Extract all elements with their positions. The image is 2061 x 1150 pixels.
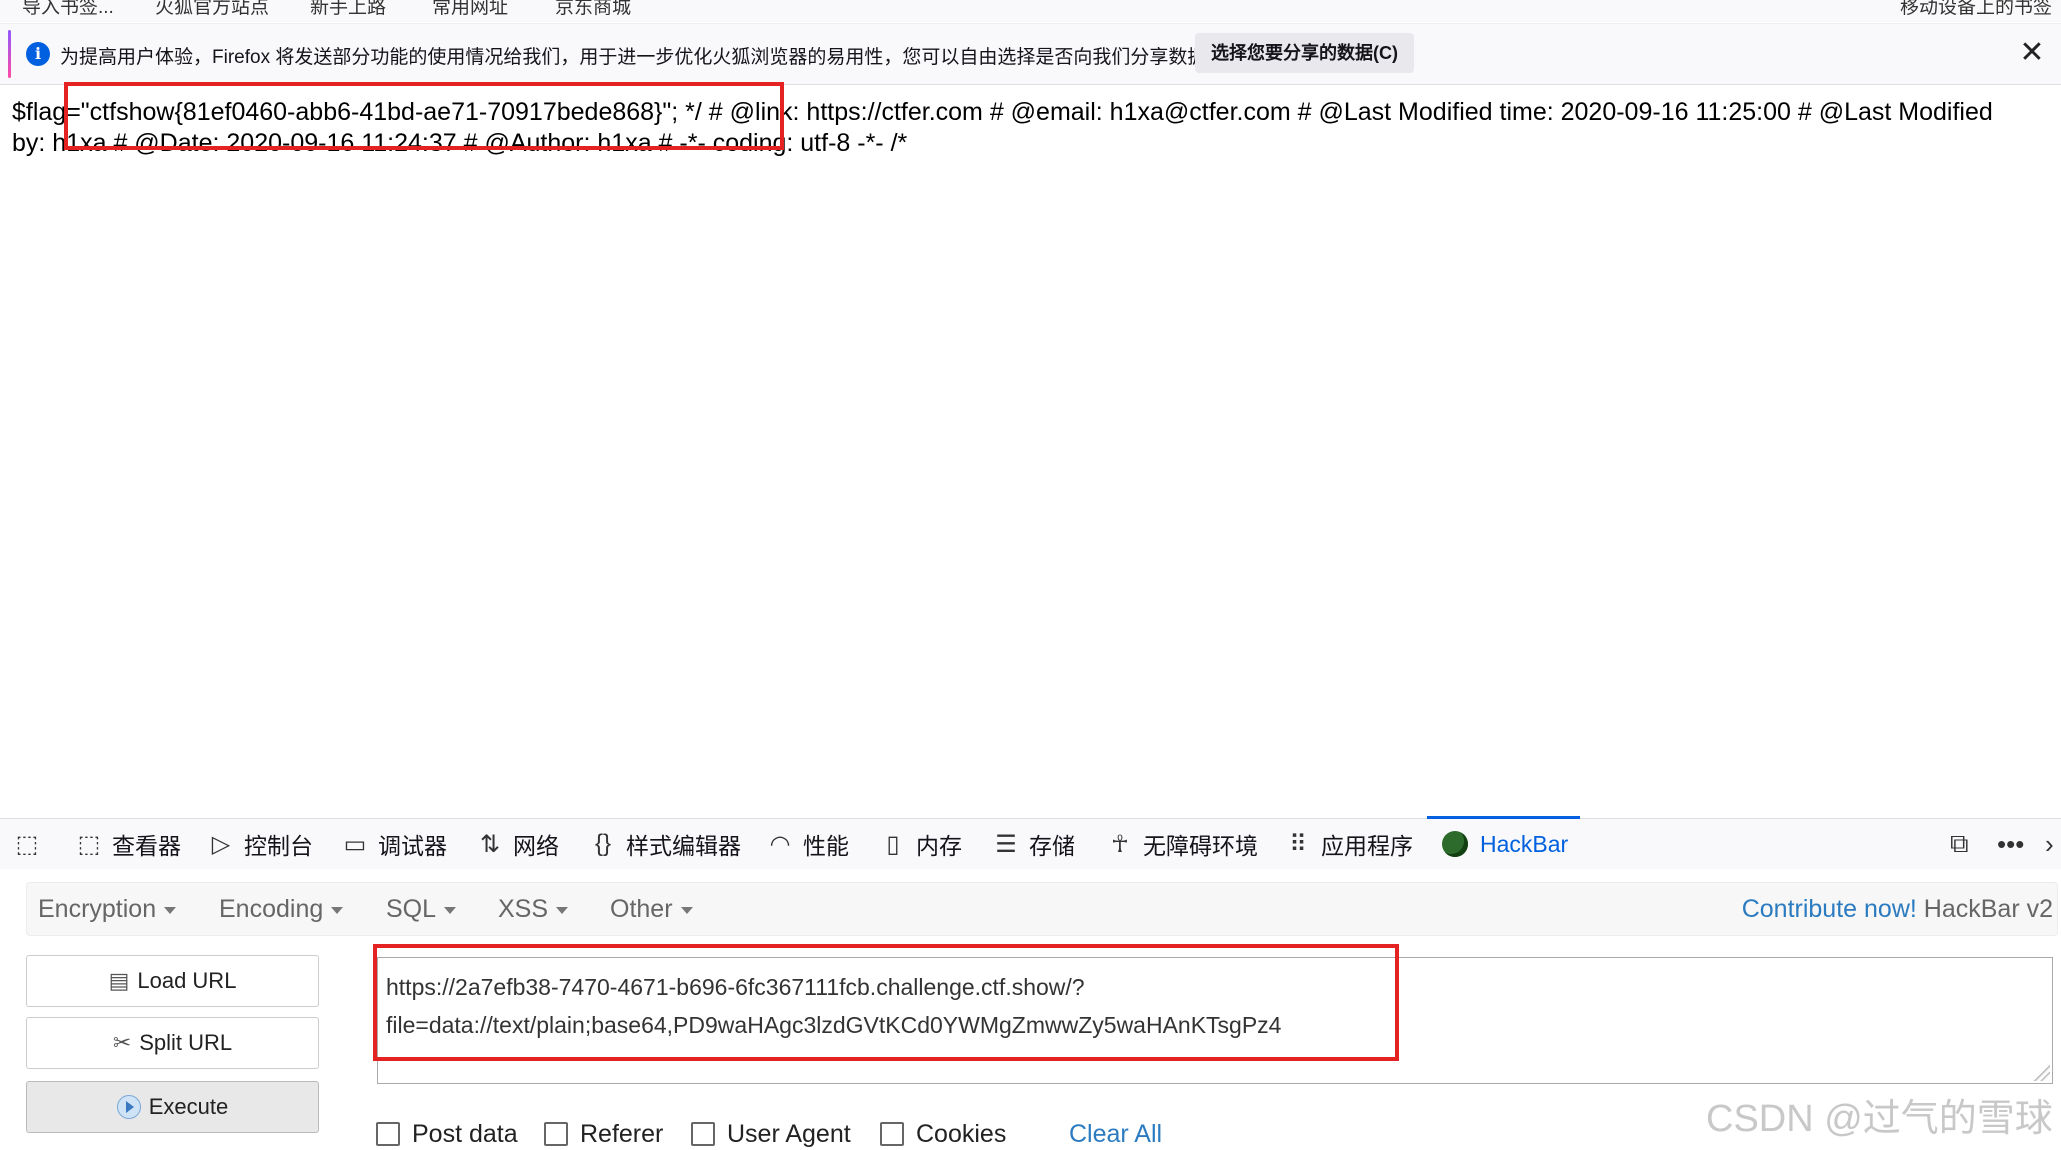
tab-debugger[interactable]: ▭ 调试器: [342, 819, 447, 869]
tab-application-label: 应用程序: [1321, 833, 1413, 859]
tab-style-editor[interactable]: {} 样式编辑器: [590, 819, 741, 869]
devtools-toolbar: ⬚ ⬚ 查看器 ▷ 控制台 ▭ 调试器 ⇅ 网络 {} 样式编辑器 ◠ 性能 ▯ 内存 ☰ 存储…: [0, 818, 2061, 870]
style-editor-icon: {}: [594, 830, 612, 857]
performance-icon: ◠: [769, 830, 791, 858]
bookmark-import[interactable]: 导入书签...: [22, 0, 114, 19]
menu-encoding[interactable]: Encoding: [219, 883, 344, 935]
referer-label: Referer: [580, 1119, 664, 1148]
load-url-button[interactable]: ▤ Load URL: [26, 955, 319, 1007]
post-data-checkbox[interactable]: Post data: [376, 1118, 518, 1150]
menu-other-label: Other: [610, 895, 673, 923]
network-icon: ⇅: [479, 830, 501, 858]
tab-accessibility[interactable]: ☥ 无障碍环境: [1107, 819, 1258, 869]
menu-encoding-label: Encoding: [219, 895, 324, 923]
scissors-icon: ✂: [112, 1030, 132, 1055]
notification-accent: [8, 30, 11, 78]
chevron-down-icon: [444, 906, 457, 914]
bookmark-getting-started[interactable]: 新手上路: [310, 0, 386, 19]
tab-hackbar[interactable]: HackBar: [1442, 819, 1568, 869]
load-icon: ▤: [108, 968, 130, 993]
contribute-area: Contribute now! HackBar v2: [1742, 883, 2053, 935]
checkbox-box[interactable]: [376, 1122, 400, 1146]
play-icon: [116, 1095, 141, 1119]
console-icon: ▷: [211, 830, 231, 858]
hackbar-icon: [1442, 831, 1468, 857]
chevron-down-icon: [556, 906, 569, 914]
tab-network-label: 网络: [513, 833, 559, 859]
split-url-label: Split URL: [139, 1030, 233, 1055]
menu-sql-label: SQL: [386, 895, 437, 923]
tab-memory-label: 内存: [916, 833, 962, 859]
execute-button[interactable]: Execute: [26, 1081, 319, 1133]
choose-data-button[interactable]: 选择您要分享的数据(C): [1195, 33, 1414, 73]
menu-xss[interactable]: XSS: [498, 883, 569, 935]
split-url-button[interactable]: ✂ Split URL: [26, 1017, 319, 1069]
chevron-down-icon: [331, 906, 344, 914]
tab-storage[interactable]: ☰ 存储: [993, 819, 1075, 869]
post-data-label: Post data: [412, 1119, 518, 1148]
tab-memory[interactable]: ▯ 内存: [880, 819, 962, 869]
more-options-icon[interactable]: •••: [1997, 819, 2024, 869]
bookmark-jd[interactable]: 京东商城: [555, 0, 631, 19]
close-devtools-icon[interactable]: ›: [2045, 819, 2054, 869]
menu-other[interactable]: Other: [610, 883, 693, 935]
bookmarks-toolbar: 导入书签... 火狐官方站点 新手上路 常用网址 京东商城 移动设备上的书签: [0, 0, 2061, 22]
tab-console-label: 控制台: [244, 833, 313, 859]
menu-encryption[interactable]: Encryption: [38, 883, 177, 935]
resize-handle-icon[interactable]: [2034, 1065, 2050, 1081]
csdn-watermark: CSDN @过气的雪球: [1706, 1098, 2053, 1140]
referer-checkbox[interactable]: Referer: [544, 1118, 663, 1150]
cookies-checkbox[interactable]: Cookies: [880, 1118, 1006, 1150]
element-picker-icon[interactable]: ⬚: [14, 819, 50, 869]
memory-icon: ▯: [886, 830, 900, 858]
checkbox-box[interactable]: [691, 1122, 715, 1146]
menu-xss-label: XSS: [498, 895, 549, 923]
execute-label: Execute: [148, 1094, 229, 1119]
bookmark-firefox-site[interactable]: 火狐官方站点: [155, 0, 269, 19]
notification-text: 为提高用户体验，Firefox 将发送部分功能的使用情况给我们，用于进一步优化火…: [60, 47, 1226, 68]
chevron-down-icon: [680, 906, 693, 914]
chevron-down-icon: [164, 906, 177, 914]
checkbox-box[interactable]: [880, 1122, 904, 1146]
debugger-icon: ▭: [343, 830, 367, 858]
info-icon: i: [26, 42, 50, 66]
application-icon: ⠿: [1289, 830, 1307, 858]
inspector-icon: ⬚: [77, 830, 101, 858]
tab-console[interactable]: ▷ 控制台: [208, 819, 313, 869]
user-agent-checkbox[interactable]: User Agent: [691, 1118, 851, 1150]
flag-highlight-box: [64, 82, 784, 150]
tab-storage-label: 存储: [1029, 833, 1075, 859]
hackbar-version: HackBar v2: [1923, 895, 2053, 923]
user-agent-label: User Agent: [727, 1119, 851, 1148]
tab-inspector-label: 查看器: [112, 833, 181, 859]
tab-network[interactable]: ⇅ 网络: [477, 819, 559, 869]
load-url-label: Load URL: [137, 968, 237, 993]
tab-style-editor-label: 样式编辑器: [626, 833, 741, 859]
menu-encryption-label: Encryption: [38, 895, 157, 923]
tab-inspector[interactable]: ⬚ 查看器: [76, 819, 181, 869]
close-icon[interactable]: ✕: [2015, 36, 2049, 70]
hackbar-menu: Encryption Encoding SQL XSS Other Contri…: [26, 882, 2058, 936]
storage-icon: ☰: [995, 830, 1017, 858]
tab-performance[interactable]: ◠ 性能: [767, 819, 849, 869]
accessibility-icon: ☥: [1111, 830, 1129, 858]
dock-toggle-icon[interactable]: ⧉: [1950, 819, 1969, 869]
telemetry-notification-bar: i 为提高用户体验，Firefox 将发送部分功能的使用情况给我们，用于进一步优…: [0, 23, 2061, 85]
tab-debugger-label: 调试器: [378, 833, 447, 859]
clear-all-link[interactable]: Clear All: [1069, 1118, 1162, 1150]
bookmark-common-sites[interactable]: 常用网址: [432, 0, 508, 19]
active-tab-indicator: [1427, 816, 1580, 819]
tab-hackbar-label: HackBar: [1480, 830, 1569, 857]
contribute-link[interactable]: Contribute now!: [1742, 895, 1917, 923]
tab-performance-label: 性能: [803, 833, 849, 859]
checkbox-box[interactable]: [544, 1122, 568, 1146]
cookies-label: Cookies: [916, 1119, 1007, 1148]
tab-accessibility-label: 无障碍环境: [1143, 833, 1258, 859]
bookmark-mobile[interactable]: 移动设备上的书签: [1900, 0, 2052, 19]
url-highlight-box: [373, 944, 1399, 1061]
menu-sql[interactable]: SQL: [386, 883, 457, 935]
tab-application[interactable]: ⠿ 应用程序: [1285, 819, 1413, 869]
